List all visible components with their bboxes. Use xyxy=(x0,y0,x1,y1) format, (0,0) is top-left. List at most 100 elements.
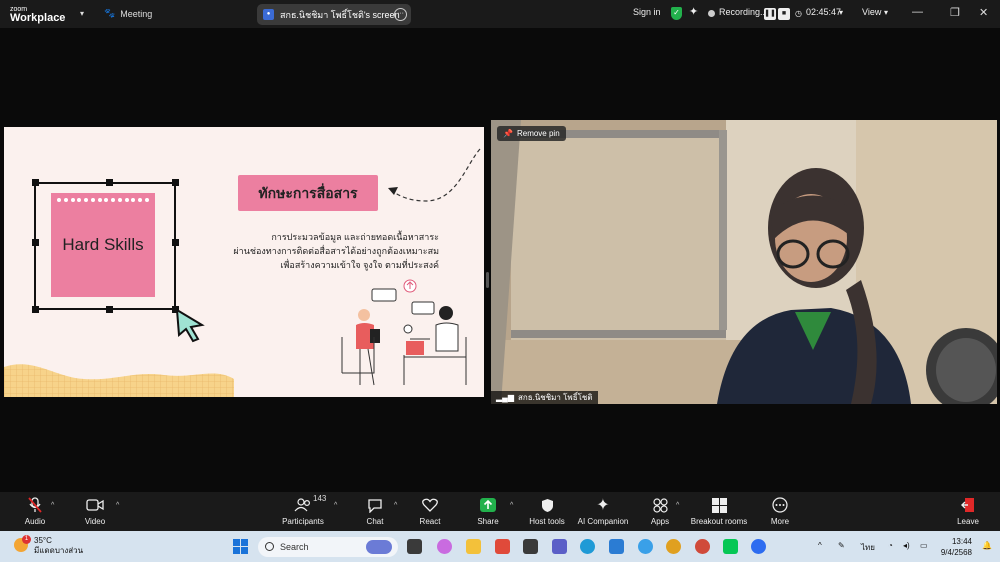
share-chevron-icon[interactable]: ^ xyxy=(510,502,513,509)
edge-browser-icon[interactable] xyxy=(580,539,595,554)
selection-handle xyxy=(106,179,113,186)
chat-bubble-icon xyxy=(364,496,386,514)
more-button[interactable]: More xyxy=(768,496,792,526)
clock-time: 13:44 xyxy=(951,537,972,546)
host-tools-button[interactable]: Host tools xyxy=(527,496,567,526)
minimize-icon[interactable]: — xyxy=(912,6,923,18)
restore-icon[interactable]: ❐ xyxy=(950,6,960,19)
taskbar-clock[interactable]: 13:44 9/4/2568 xyxy=(940,536,972,558)
teams-icon[interactable] xyxy=(552,539,567,554)
participants-count: 143 xyxy=(313,494,327,503)
weather-desc: มีแดดบางส่วน xyxy=(34,546,84,555)
stop-recording-icon[interactable]: ■ xyxy=(778,8,790,20)
input-pen-icon[interactable]: ✎ xyxy=(838,541,845,550)
pause-recording-icon[interactable]: ❚❚ xyxy=(764,8,776,20)
shared-screen-slide: Hard Skills ทักษะการสื่อสาร การประมวลข้อ… xyxy=(4,127,484,397)
more-options-icon[interactable]: ··· xyxy=(394,8,407,21)
video-feed xyxy=(491,120,997,404)
calendar-app-icon[interactable] xyxy=(523,539,538,554)
taskbar-search-box[interactable]: Search xyxy=(258,537,398,557)
breakout-rooms-label: Breakout rooms xyxy=(690,517,748,526)
chat-app-icon[interactable] xyxy=(638,539,653,554)
video-camera-icon xyxy=(83,496,107,514)
selection-handle xyxy=(172,179,179,186)
brand-chevron-down-icon[interactable]: ▾ xyxy=(80,9,84,18)
remove-pin-label: Remove pin xyxy=(516,129,560,138)
audio-button[interactable]: Audio xyxy=(22,496,48,526)
timer-chevron-down-icon[interactable]: ▾ xyxy=(839,8,843,17)
encryption-shield-icon[interactable]: ✓ xyxy=(671,7,682,20)
audio-label: Audio xyxy=(24,517,46,526)
battery-icon[interactable]: ▭ xyxy=(920,541,928,550)
sign-in-link[interactable]: Sign in xyxy=(633,7,661,17)
ai-sparkle-icon: ✦ xyxy=(596,497,610,514)
wifi-icon[interactable]: ◔ xyxy=(888,541,893,550)
ai-companion-button[interactable]: ✦ AI Companion xyxy=(577,496,629,526)
ai-sparkle-icon[interactable]: ✦ xyxy=(689,5,698,18)
body-line2: ผ่านช่องทางการติดต่อสื่อสารได้อย่างถูกต้… xyxy=(233,246,439,256)
file-explorer-icon[interactable] xyxy=(466,539,481,554)
video-options-chevron-icon[interactable]: ^ xyxy=(116,502,119,509)
more-dots-icon xyxy=(768,496,792,514)
windows-taskbar: 1 35°C มีแดดบางส่วน Search ^ ✎ ไทย ◔ ◂) xyxy=(0,531,1000,562)
audio-options-chevron-icon[interactable]: ^ xyxy=(51,502,54,509)
chrome-profile-icon[interactable] xyxy=(695,539,710,554)
participant-video-tile[interactable]: 📌 Remove pin ▂▄▆ สกธ.นิชชิมา โพธิ์โชติ xyxy=(491,120,997,404)
leave-label: Leave xyxy=(957,517,979,526)
zoom-app-icon[interactable] xyxy=(751,539,766,554)
react-label: React xyxy=(419,517,441,526)
pin-icon: 📌 xyxy=(503,129,513,138)
leave-door-icon xyxy=(956,496,980,514)
muted-microphone-icon xyxy=(22,496,48,514)
search-icon xyxy=(265,542,274,551)
copilot-icon[interactable] xyxy=(437,539,452,554)
selection-handle xyxy=(172,239,179,246)
view-chevron-down-icon[interactable]: ▾ xyxy=(884,8,888,17)
close-icon[interactable]: ✕ xyxy=(979,6,988,19)
windows-start-icon[interactable] xyxy=(233,539,248,554)
meeting-timer: 02:45:47 xyxy=(806,7,842,17)
apps-label: Apps xyxy=(650,517,670,526)
body-line1: การประมวลข้อมูล และถ่ายทอดเนื้อหาสาระ xyxy=(271,232,439,242)
brand-line2: Workplace xyxy=(10,12,66,24)
line-app-icon[interactable] xyxy=(723,539,738,554)
chat-chevron-icon[interactable]: ^ xyxy=(394,502,397,509)
share-button[interactable]: Share xyxy=(476,496,500,526)
language-indicator[interactable]: ไทย xyxy=(861,541,875,554)
weather-text: 35°C มีแดดบางส่วน xyxy=(34,536,83,556)
view-menu[interactable]: View xyxy=(862,7,881,17)
tray-chevron-up-icon[interactable]: ^ xyxy=(818,541,822,550)
screen-share-label: สกธ.นิชชิมา โพธิ์โชติ's screen xyxy=(280,9,400,20)
task-view-icon[interactable] xyxy=(407,539,422,554)
more-label: More xyxy=(770,517,790,526)
share-screen-arrow-icon xyxy=(476,496,500,514)
host-tools-label: Host tools xyxy=(529,517,565,526)
splitter-handle[interactable] xyxy=(486,272,489,288)
breakout-rooms-button[interactable]: Breakout rooms xyxy=(690,496,748,526)
signal-strength-icon: ▂▄▆ xyxy=(496,393,514,402)
react-button[interactable]: React xyxy=(418,496,442,526)
meeting-label: Meeting xyxy=(120,8,153,19)
selection-handle xyxy=(32,306,39,313)
leave-button[interactable]: Leave xyxy=(956,496,980,526)
microsoft-store-icon[interactable] xyxy=(609,539,624,554)
chat-button[interactable]: Chat xyxy=(364,496,386,526)
chat-label: Chat xyxy=(366,517,384,526)
participants-label: Participants xyxy=(282,517,324,526)
notification-bell-icon[interactable]: 🔔 xyxy=(982,541,992,550)
store-app-icon[interactable] xyxy=(495,539,510,554)
volume-icon[interactable]: ◂) xyxy=(903,541,910,550)
host-shield-icon xyxy=(527,496,567,514)
apps-button[interactable]: Apps xyxy=(649,496,671,526)
participants-chevron-icon[interactable]: ^ xyxy=(334,502,337,509)
video-button[interactable]: Video xyxy=(83,496,107,526)
selection-handle xyxy=(32,239,39,246)
remove-pin-button[interactable]: 📌 Remove pin xyxy=(497,126,566,141)
apps-chevron-icon[interactable]: ^ xyxy=(676,502,679,509)
weather-temp: 35°C xyxy=(34,536,52,545)
chrome-icon[interactable] xyxy=(666,539,681,554)
video-label: Video xyxy=(84,517,106,526)
slide-body-text: การประมวลข้อมูล และถ่ายทอดเนื้อหาสาระ ผ่… xyxy=(209,230,439,272)
meeting-menu[interactable]: 🐾 Meeting xyxy=(104,8,152,19)
screen-share-indicator[interactable]: ● สกธ.นิชชิมา โพธิ์โชติ's screen ··· xyxy=(257,4,411,25)
